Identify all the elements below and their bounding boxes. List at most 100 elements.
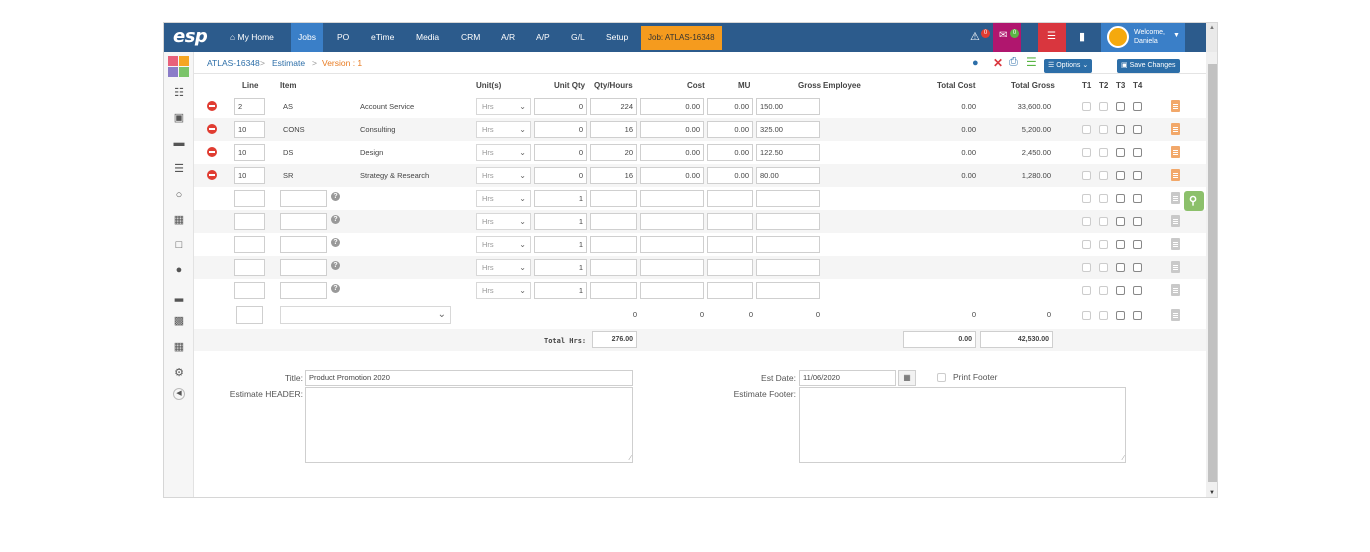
line-input[interactable] [234, 236, 265, 253]
nav-crm[interactable]: CRM [461, 23, 480, 52]
cost-input[interactable]: 0.00 [640, 167, 704, 184]
nav-etime[interactable]: eTime [371, 23, 394, 52]
item-input[interactable] [280, 236, 327, 253]
mu-input[interactable] [707, 190, 753, 207]
line-input[interactable]: 2 [234, 98, 265, 115]
mu-input[interactable] [707, 282, 753, 299]
document-icon[interactable] [1171, 169, 1180, 181]
document-icon[interactable] [1171, 192, 1180, 204]
cost-input[interactable] [640, 282, 704, 299]
t2-checkbox[interactable] [1099, 148, 1108, 157]
t3-checkbox[interactable] [1116, 125, 1125, 134]
t1-checkbox[interactable] [1082, 194, 1091, 203]
gross-input[interactable]: 325.00 [756, 121, 820, 138]
nav-jobs[interactable]: Jobs [291, 23, 323, 52]
gross-input[interactable] [756, 236, 820, 253]
mu-input[interactable]: 0.00 [707, 144, 753, 161]
title-input[interactable]: Product Promotion 2020 [305, 370, 633, 386]
item-input[interactable] [280, 190, 327, 207]
options-button[interactable]: ☰ Options ⌄ [1044, 59, 1093, 73]
document-icon[interactable] [1171, 215, 1180, 227]
document-icon[interactable] [1171, 284, 1180, 296]
t4-checkbox[interactable] [1133, 263, 1142, 272]
t4-checkbox[interactable] [1133, 102, 1142, 111]
remove-row-icon[interactable] [207, 170, 217, 180]
line-input[interactable] [234, 190, 265, 207]
t4-checkbox[interactable] [1133, 217, 1142, 226]
help-icon[interactable]: ? [331, 238, 340, 247]
estimate-header-textarea[interactable]: ∕ [305, 387, 633, 463]
t1-checkbox[interactable] [1082, 263, 1091, 272]
line-input[interactable]: 10 [234, 167, 265, 184]
unit-select[interactable]: Hrs ⌄ [476, 282, 531, 299]
t1-checkbox[interactable] [1082, 311, 1091, 320]
notes-button[interactable]: ▮ [1070, 23, 1098, 52]
unit-qty-input[interactable]: 1 [534, 259, 587, 276]
map-icon[interactable]: ▦ [172, 213, 186, 227]
document-icon[interactable] [1171, 146, 1180, 158]
remove-row-icon[interactable] [207, 147, 217, 157]
t3-checkbox[interactable] [1116, 148, 1125, 157]
unit-select[interactable]: Hrs ⌄ [476, 213, 531, 230]
t1-checkbox[interactable] [1082, 171, 1091, 180]
unit-qty-input[interactable]: 1 [534, 213, 587, 230]
folder-icon[interactable]: ▬ [172, 136, 186, 150]
qty-input[interactable] [590, 282, 637, 299]
unit-select[interactable]: Hrs ⌄ [476, 144, 531, 161]
database-button[interactable]: ☰ [1038, 23, 1066, 52]
cost-input[interactable]: 0.00 [640, 98, 704, 115]
apps-grid-icon[interactable] [168, 56, 190, 78]
t4-checkbox[interactable] [1133, 311, 1142, 320]
unit-select[interactable]: Hrs ⌄ [476, 98, 531, 115]
mu-input[interactable] [707, 259, 753, 276]
unit-select[interactable]: Hrs ⌄ [476, 190, 531, 207]
scrollbar-thumb[interactable] [1208, 64, 1217, 482]
document-icon[interactable] [1171, 238, 1180, 250]
unit-select[interactable]: Hrs ⌄ [476, 121, 531, 138]
gross-input[interactable] [756, 259, 820, 276]
qty-input[interactable] [590, 236, 637, 253]
t2-checkbox[interactable] [1099, 286, 1108, 295]
qty-input[interactable]: 20 [590, 144, 637, 161]
alerts-button[interactable]: ⚠ 0 [964, 23, 992, 52]
nav-my-home[interactable]: ⌂ My Home [230, 23, 274, 52]
line-input[interactable] [234, 213, 265, 230]
t4-checkbox[interactable] [1133, 286, 1142, 295]
breadcrumb-estimate[interactable]: Estimate [272, 58, 305, 68]
t1-checkbox[interactable] [1082, 240, 1091, 249]
t1-checkbox[interactable] [1082, 286, 1091, 295]
t2-checkbox[interactable] [1099, 311, 1108, 320]
save-changes-button[interactable]: ▣ Save Changes [1117, 59, 1180, 73]
nav-setup[interactable]: Setup [606, 23, 628, 52]
t1-checkbox[interactable] [1082, 102, 1091, 111]
item-input[interactable] [280, 259, 327, 276]
t4-checkbox[interactable] [1133, 171, 1142, 180]
t2-checkbox[interactable] [1099, 217, 1108, 226]
t4-checkbox[interactable] [1133, 240, 1142, 249]
list-icon[interactable]: ☰ [172, 162, 186, 176]
item-input[interactable] [280, 213, 327, 230]
help-icon[interactable]: ? [331, 284, 340, 293]
t2-checkbox[interactable] [1099, 171, 1108, 180]
esp-logo[interactable]: esp [173, 26, 208, 47]
cost-input[interactable]: 0.00 [640, 121, 704, 138]
t3-checkbox[interactable] [1116, 311, 1125, 320]
list-view-icon[interactable]: ☰ [1026, 55, 1037, 69]
resize-handle-icon[interactable]: ∕ [1123, 455, 1124, 462]
document-icon[interactable] [1171, 261, 1180, 273]
unit-qty-input[interactable]: 0 [534, 121, 587, 138]
scrollbar-up[interactable]: ▲ [1206, 23, 1217, 52]
calendar-icon[interactable]: □ [172, 238, 186, 252]
t3-checkbox[interactable] [1116, 240, 1125, 249]
t3-checkbox[interactable] [1116, 102, 1125, 111]
gears-icon[interactable]: ⚙ [172, 366, 186, 380]
mu-input[interactable]: 0.00 [707, 121, 753, 138]
line-input[interactable]: 10 [234, 121, 265, 138]
org-chart-icon[interactable]: ☷ [172, 86, 186, 100]
nav-ap[interactable]: A/P [536, 23, 550, 52]
users-icon[interactable]: ● [172, 263, 186, 277]
zoom-button[interactable]: ⚲ [1184, 191, 1204, 211]
document-icon[interactable] [1171, 100, 1180, 112]
breadcrumb-job[interactable]: ATLAS-16348 [207, 58, 260, 68]
unit-select[interactable]: Hrs ⌄ [476, 167, 531, 184]
